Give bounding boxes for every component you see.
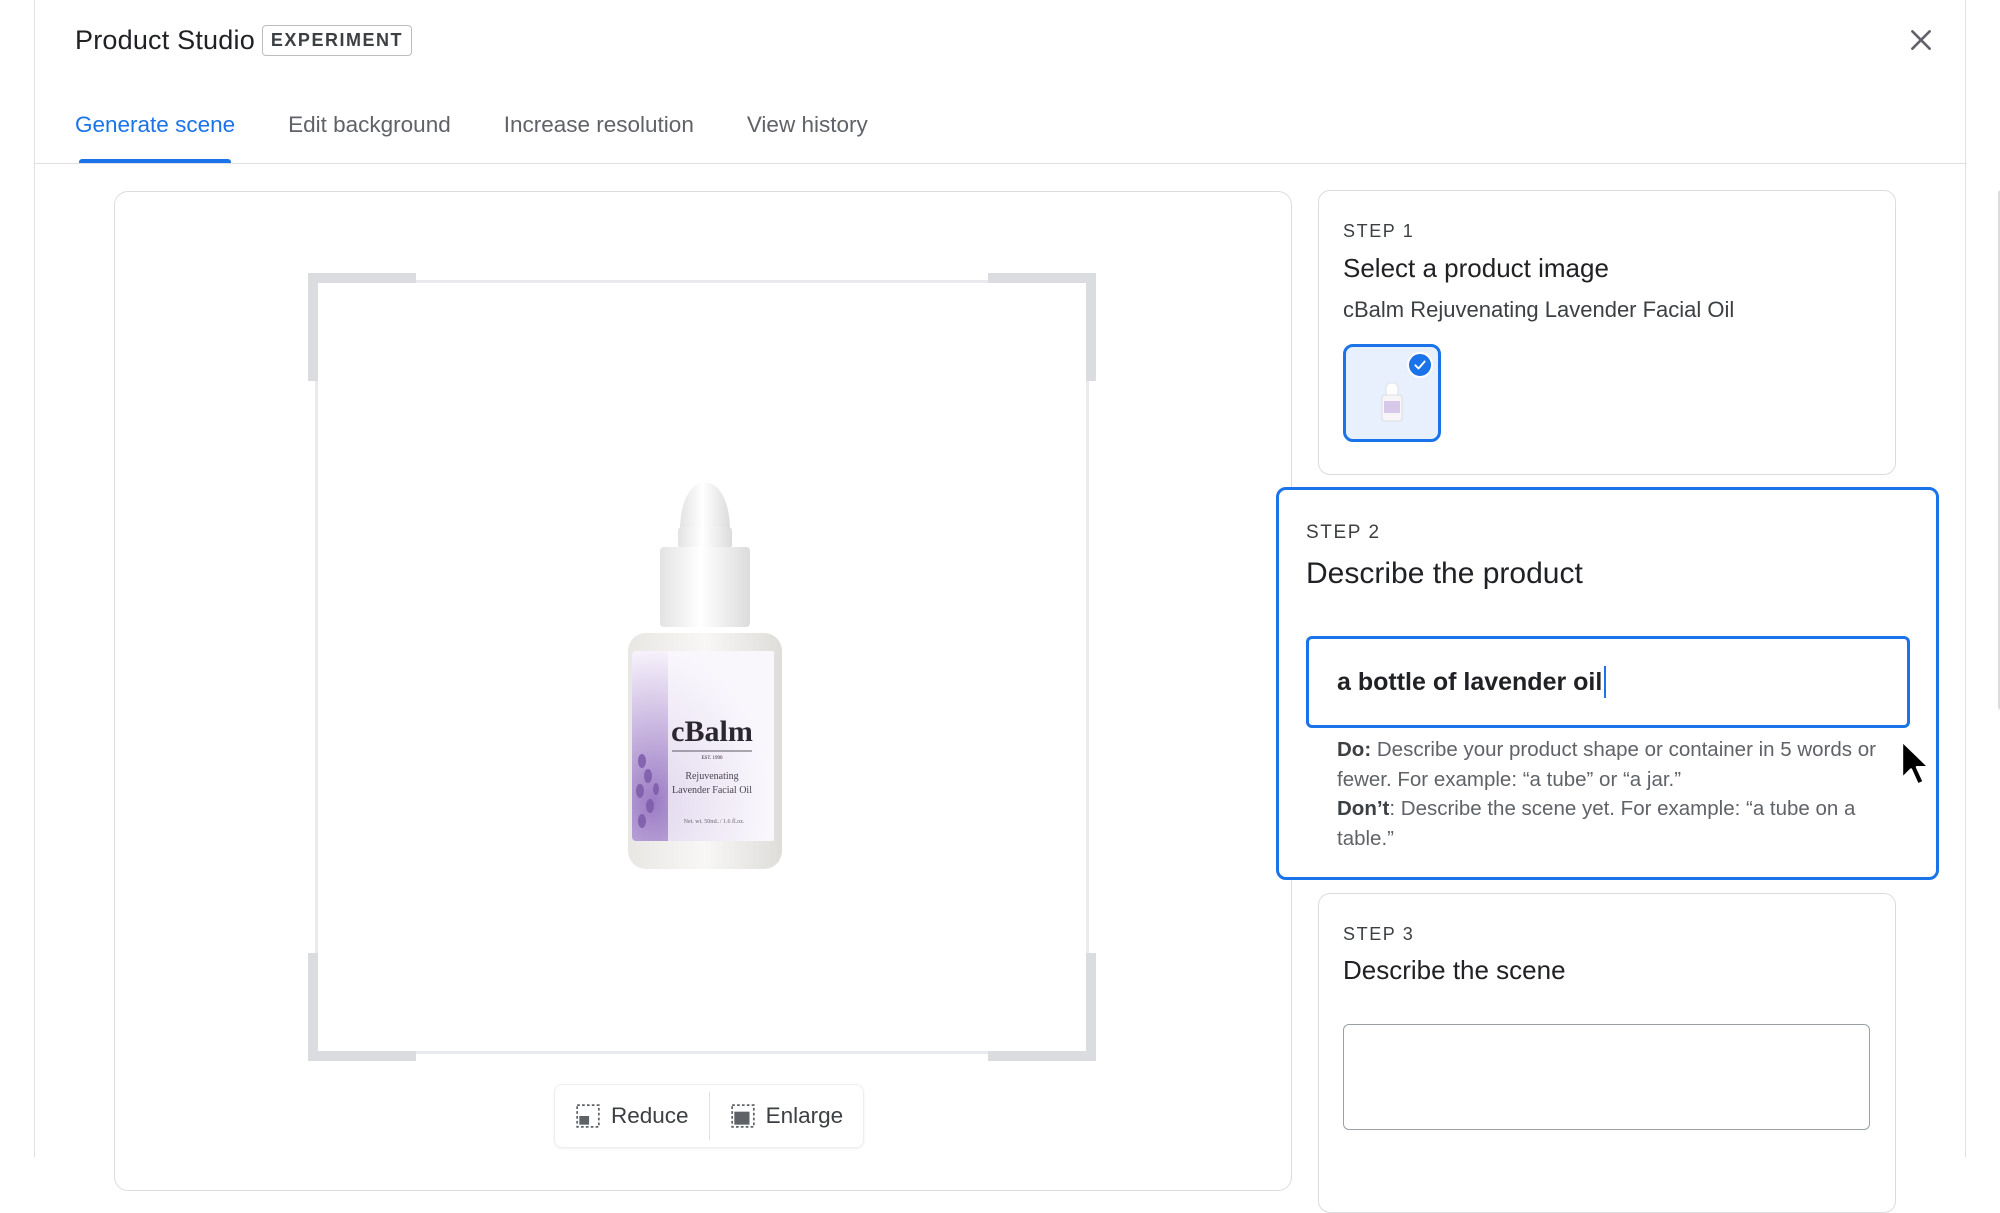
- step-2-label: STEP 2: [1306, 522, 1381, 543]
- tab-increase-resolution[interactable]: Increase resolution: [504, 104, 694, 164]
- tab-generate-scene[interactable]: Generate scene: [75, 104, 235, 164]
- label-est: EST. 1990: [701, 756, 723, 761]
- help-do-text: Describe your product shape or container…: [1337, 738, 1876, 791]
- close-button[interactable]: [1903, 22, 1939, 58]
- selected-product-name: cBalm Rejuvenating Lavender Facial Oil: [1343, 297, 1735, 322]
- tab-label: Increase resolution: [503, 112, 694, 137]
- help-dont-label: Don’t: [1337, 797, 1390, 820]
- product-image: cBalm EST. 1990 Rejuvenating Lavender Fa…: [628, 482, 782, 869]
- help-do-label: Do:: [1337, 738, 1372, 761]
- reduce-icon: [576, 1104, 600, 1128]
- product-description-value: a bottle of lavender oil: [1337, 667, 1603, 696]
- selected-check-icon: [1407, 352, 1433, 378]
- step-3-card: STEP 3 Describe the scene: [1318, 893, 1896, 1213]
- step-1-label: STEP 1: [1343, 221, 1415, 241]
- label-net-wt: Net. wt. 50mL / 1.6 fl.oz.: [684, 818, 745, 825]
- product-studio-dialog: Product Studio EXPERIMENT Generate scene…: [34, 0, 2000, 1213]
- zoom-controls: Reduce Enlarge: [554, 1084, 865, 1148]
- close-icon: [1911, 30, 1931, 50]
- step-3-label: STEP 3: [1343, 924, 1415, 944]
- scene-description-input[interactable]: [1343, 1024, 1870, 1130]
- tab-view-history[interactable]: View history: [747, 104, 868, 164]
- crop-frame[interactable]: cBalm EST. 1990 Rejuvenating Lavender Fa…: [308, 273, 1096, 1061]
- crop-handle-bottom-right[interactable]: [988, 953, 1096, 1061]
- experiment-badge: EXPERIMENT: [261, 24, 412, 56]
- enlarge-label: Enlarge: [765, 1103, 844, 1128]
- tab-bar: Generate scene Edit background Increase …: [75, 104, 921, 164]
- label-name-1: Rejuvenating: [685, 771, 738, 782]
- step-1-title: Select a product image: [1343, 253, 1609, 283]
- step-3-title: Describe the scene: [1343, 955, 1566, 985]
- tab-label: Edit background: [288, 112, 451, 137]
- help-dont-text: : Describe the scene yet. For example: “…: [1337, 797, 1856, 850]
- reduce-button[interactable]: Reduce: [555, 1084, 709, 1148]
- product-description-help: Do: Describe your product shape or conta…: [1337, 735, 1897, 853]
- crop-handle-bottom-left[interactable]: [308, 953, 416, 1061]
- crop-handle-top-right[interactable]: [988, 273, 1096, 381]
- dialog-header: Product Studio EXPERIMENT: [75, 22, 412, 58]
- enlarge-button[interactable]: Enlarge: [710, 1084, 864, 1148]
- product-thumbnail[interactable]: [1343, 344, 1441, 442]
- product-description-input[interactable]: a bottle of lavender oil: [1306, 636, 1910, 728]
- enlarge-icon: [730, 1104, 755, 1128]
- reduce-label: Reduce: [611, 1103, 689, 1128]
- text-caret: [1604, 666, 1607, 698]
- preview-panel: cBalm EST. 1990 Rejuvenating Lavender Fa…: [114, 191, 1292, 1191]
- step-1-card: STEP 1 Select a product image cBalm Reju…: [1318, 190, 1896, 475]
- mouse-pointer-icon: [1900, 739, 1931, 786]
- step-2-title: Describe the product: [1306, 557, 1583, 590]
- crop-handle-top-left[interactable]: [308, 273, 416, 381]
- app-title: Product Studio: [75, 24, 255, 55]
- label-name-2: Lavender Facial Oil: [672, 785, 752, 796]
- tab-label: Generate scene: [75, 112, 236, 137]
- label-brand: cBalm: [671, 715, 753, 748]
- tab-divider: [35, 163, 1967, 164]
- step-2-card: STEP 2 Describe the product a bottle of …: [1276, 487, 1939, 880]
- tab-edit-background[interactable]: Edit background: [288, 104, 451, 164]
- tab-label: View history: [746, 112, 868, 137]
